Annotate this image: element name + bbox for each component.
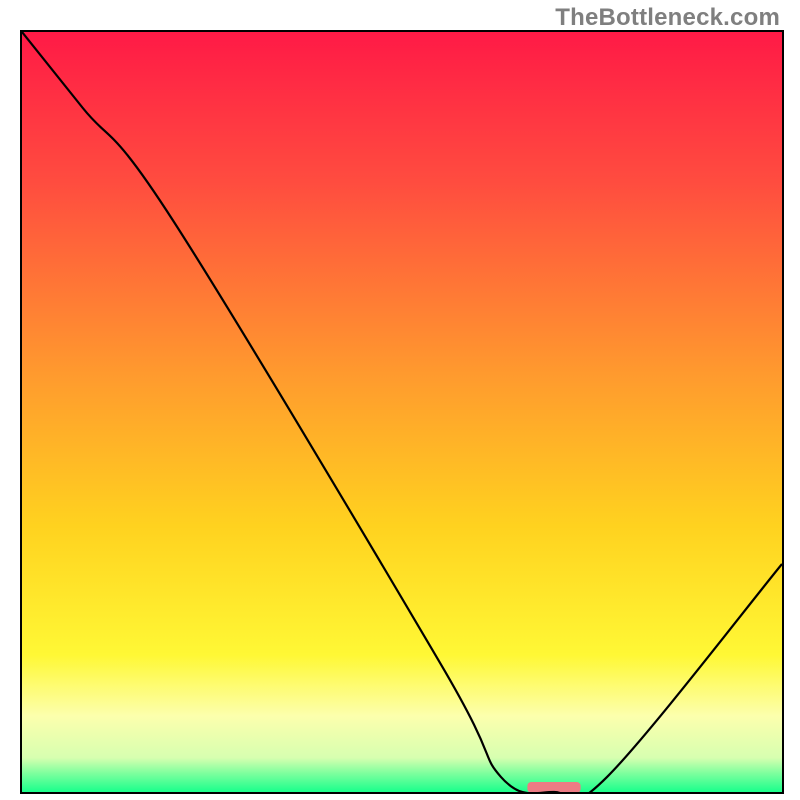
optimum-marker <box>527 782 580 792</box>
plot-svg <box>22 32 782 792</box>
chart-frame: TheBottleneck.com <box>0 0 800 800</box>
watermark-label: TheBottleneck.com <box>555 4 780 32</box>
plot-area <box>20 30 784 794</box>
chart-background <box>22 32 782 792</box>
